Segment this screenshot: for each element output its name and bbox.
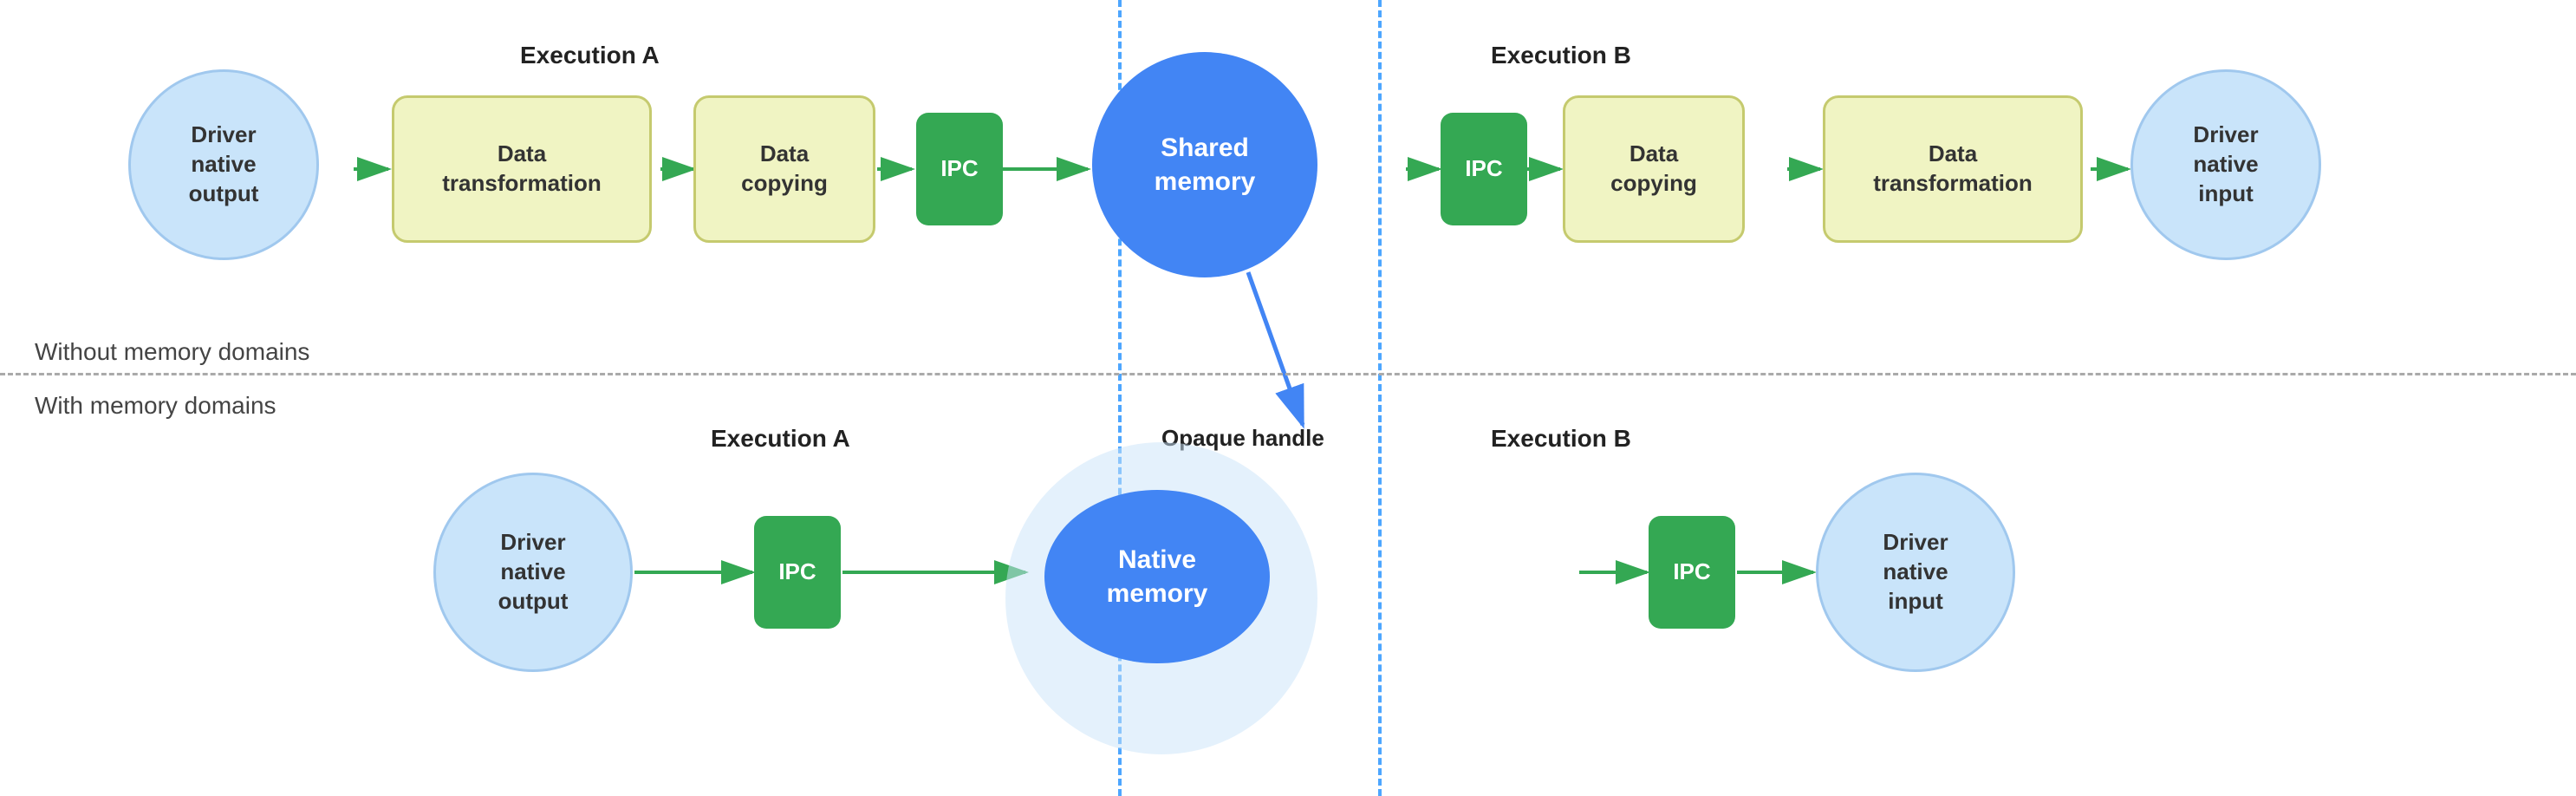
data-copying-b: Data copying xyxy=(1563,95,1745,243)
driver-native-input-bottom: Driver native input xyxy=(1816,473,2015,672)
ipc-b-top: IPC xyxy=(1441,113,1527,225)
shared-memory: Shared memory xyxy=(1092,52,1317,277)
driver-native-input-top: Driver native input xyxy=(2130,69,2321,260)
diagram-container: Without memory domains With memory domai… xyxy=(0,0,2576,796)
driver-native-output-bottom: Driver native output xyxy=(433,473,633,672)
data-copying-a: Data copying xyxy=(693,95,875,243)
native-memory: Native memory xyxy=(1044,490,1270,663)
hline-separator xyxy=(0,373,2576,375)
data-transformation-a: Data transformation xyxy=(392,95,652,243)
data-transformation-b: Data transformation xyxy=(1823,95,2083,243)
ipc-b-bottom: IPC xyxy=(1649,516,1735,629)
exec-a-label-bottom: Execution A xyxy=(711,425,850,453)
without-memory-label: Without memory domains xyxy=(35,338,309,366)
exec-b-label-bottom: Execution B xyxy=(1491,425,1631,453)
with-memory-label: With memory domains xyxy=(35,392,276,420)
exec-a-label-top: Execution A xyxy=(520,42,660,69)
driver-native-output-top: Driver native output xyxy=(128,69,319,260)
vline-right xyxy=(1378,0,1382,796)
ipc-a-bottom: IPC xyxy=(754,516,841,629)
ipc-a-top: IPC xyxy=(916,113,1003,225)
exec-b-label-top: Execution B xyxy=(1491,42,1631,69)
